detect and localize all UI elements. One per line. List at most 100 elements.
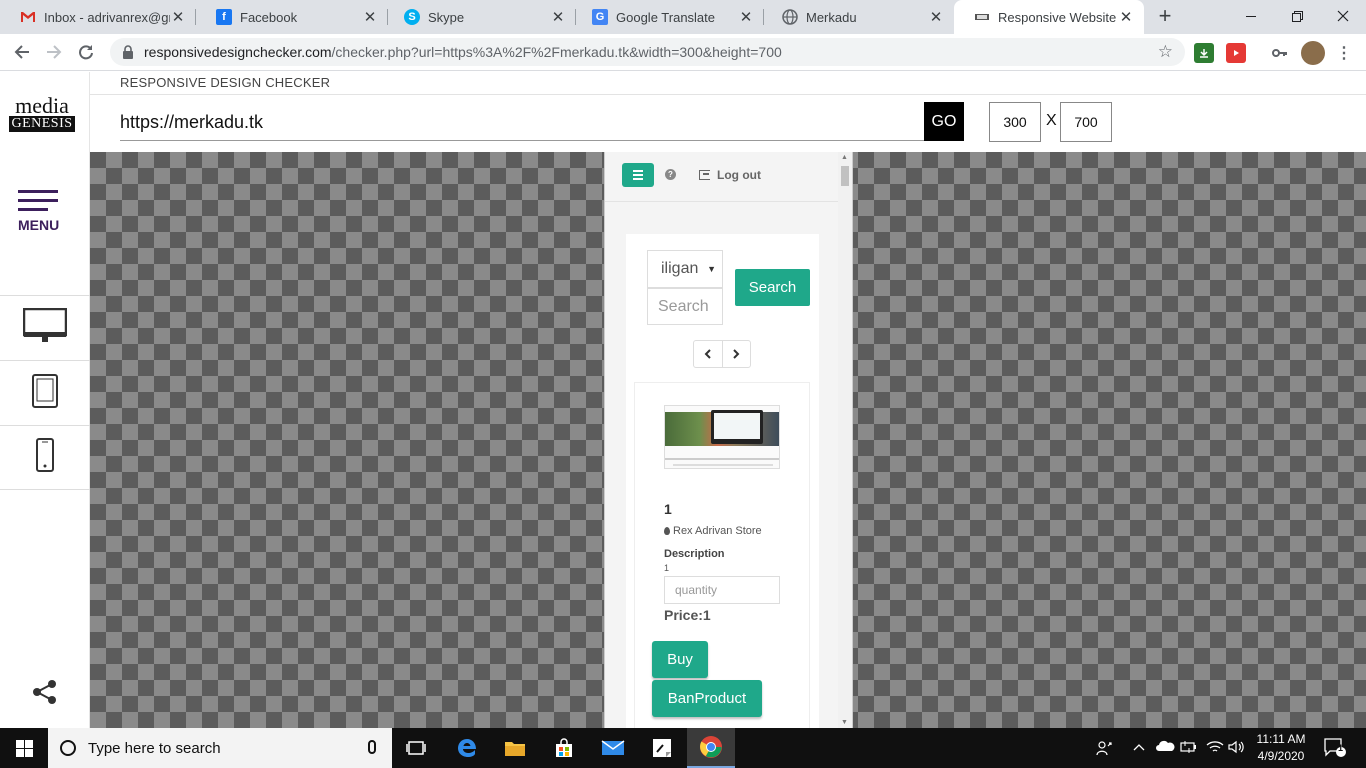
- quantity-input[interactable]: quantity: [664, 576, 780, 604]
- close-tab-icon[interactable]: ✕: [550, 8, 566, 26]
- product-name: 1: [664, 501, 672, 517]
- search-button[interactable]: Search: [735, 269, 810, 306]
- width-input[interactable]: 300: [989, 102, 1041, 142]
- download-extension-icon[interactable]: [1194, 43, 1214, 63]
- share-icon[interactable]: [32, 679, 58, 710]
- desktop-view-button[interactable]: [0, 295, 90, 360]
- store-icon[interactable]: [540, 728, 588, 768]
- tab-title: Google Translate: [616, 9, 716, 25]
- go-button[interactable]: GO: [924, 102, 964, 141]
- microphone-icon[interactable]: [368, 740, 376, 754]
- reload-button[interactable]: [74, 40, 98, 64]
- site-navbar: ? Log out: [605, 152, 840, 202]
- location-value: iligan: [661, 260, 699, 277]
- product-image[interactable]: [664, 405, 780, 469]
- file-explorer-icon[interactable]: [491, 728, 539, 768]
- show-hidden-icons[interactable]: [1133, 740, 1145, 754]
- help-icon[interactable]: ?: [665, 169, 676, 180]
- close-tab-icon[interactable]: ✕: [928, 8, 944, 26]
- url-host: responsivedesignchecker.com: [144, 44, 332, 60]
- cortana-icon: [60, 740, 76, 756]
- tab-facebook[interactable]: f Facebook ✕: [196, 0, 388, 34]
- search-input[interactable]: Search: [647, 288, 723, 325]
- tab-gmail[interactable]: Inbox - adrivanrex@gm ✕: [0, 0, 196, 34]
- dimension-separator: X: [1046, 112, 1057, 129]
- tablet-view-button[interactable]: [0, 360, 90, 425]
- action-center-icon[interactable]: 1: [1324, 738, 1346, 761]
- device-scrollbar[interactable]: ▲ ▼: [838, 152, 852, 728]
- edge-icon[interactable]: [443, 728, 491, 768]
- forward-button[interactable]: [42, 40, 66, 64]
- tablet-icon: [31, 373, 59, 413]
- map-marker-icon: [664, 527, 670, 535]
- device-viewport[interactable]: ? Log out iligan ▼ Search Search 1 Rex A…: [604, 152, 853, 728]
- logo-media-text: media: [15, 93, 69, 118]
- wifi-icon[interactable]: [1206, 740, 1224, 757]
- people-icon[interactable]: [1096, 740, 1112, 759]
- prev-page-icon[interactable]: [694, 341, 722, 367]
- close-window-button[interactable]: [1320, 0, 1366, 32]
- sticky-notes-icon[interactable]: [638, 728, 686, 768]
- start-button[interactable]: [0, 728, 48, 768]
- responsive-icon: [974, 9, 990, 25]
- dropdown-caret-icon: ▼: [707, 264, 716, 274]
- close-tab-icon[interactable]: ✕: [738, 8, 754, 26]
- pagination: [693, 340, 751, 368]
- next-page-icon[interactable]: [721, 341, 751, 367]
- facebook-icon: f: [216, 9, 232, 25]
- media-genesis-logo[interactable]: media GENESIS: [9, 93, 75, 132]
- chrome-taskbar-icon[interactable]: [687, 728, 735, 768]
- scroll-up-icon[interactable]: ▲: [841, 154, 848, 161]
- restore-button[interactable]: [1274, 0, 1320, 32]
- tab-google-translate[interactable]: G Google Translate ✕: [572, 0, 764, 34]
- back-button[interactable]: [10, 40, 34, 64]
- store-name: Rex Adrivan Store: [673, 525, 762, 537]
- logout-label: Log out: [717, 168, 761, 182]
- key-icon[interactable]: [1270, 43, 1290, 63]
- tab-responsive-checker[interactable]: Responsive Website De ✕: [954, 0, 1144, 34]
- logout-link[interactable]: Log out: [699, 168, 761, 182]
- height-input[interactable]: 700: [1060, 102, 1112, 142]
- video-extension-icon[interactable]: [1226, 43, 1246, 63]
- close-tab-icon[interactable]: ✕: [1118, 8, 1134, 26]
- menu-label: MENU: [18, 217, 60, 233]
- scrollbar-thumb[interactable]: [841, 166, 849, 186]
- google-translate-icon: G: [592, 9, 608, 25]
- menu-button[interactable]: MENU: [18, 190, 62, 240]
- battery-icon[interactable]: [1180, 740, 1198, 757]
- close-tab-icon[interactable]: ✕: [170, 8, 186, 26]
- volume-icon[interactable]: [1228, 740, 1246, 757]
- checker-header: RESPONSIVE DESIGN CHECKER GO 300 X 700: [90, 72, 1366, 152]
- scroll-down-icon[interactable]: ▼: [841, 719, 848, 726]
- ban-product-button[interactable]: BanProduct: [652, 680, 762, 717]
- buy-button[interactable]: Buy: [652, 641, 708, 678]
- windows-taskbar: Type here to search 11:11 AM 4/9/2020 1: [0, 728, 1366, 768]
- tab-title: Responsive Website De: [998, 9, 1118, 25]
- lock-icon: [122, 45, 134, 59]
- tab-merkadu[interactable]: Merkadu ✕: [762, 0, 954, 34]
- close-tab-icon[interactable]: ✕: [362, 8, 378, 26]
- address-bar[interactable]: responsivedesignchecker.com/checker.php?…: [110, 38, 1185, 66]
- description-label: Description: [664, 548, 725, 560]
- windows-logo-icon: [15, 739, 33, 757]
- taskbar-search[interactable]: Type here to search: [48, 728, 392, 768]
- url-input[interactable]: [120, 104, 924, 141]
- store-location: Rex Adrivan Store: [664, 525, 762, 537]
- location-select[interactable]: iligan ▼: [647, 250, 723, 288]
- onedrive-icon[interactable]: [1155, 740, 1175, 755]
- clock-time: 11:11 AM: [1256, 732, 1306, 746]
- system-clock[interactable]: 11:11 AM 4/9/2020: [1250, 731, 1312, 765]
- profile-avatar[interactable]: [1301, 41, 1325, 65]
- minimize-button[interactable]: [1228, 0, 1274, 32]
- bookmark-star-icon[interactable]: ☆: [1158, 42, 1173, 62]
- tab-title: Skype: [428, 9, 465, 25]
- new-tab-button[interactable]: +: [1153, 5, 1177, 29]
- task-view-icon[interactable]: [392, 728, 440, 768]
- hamburger-menu-button[interactable]: [622, 163, 654, 187]
- browser-toolbar: responsivedesignchecker.com/checker.php?…: [0, 34, 1366, 71]
- more-menu-icon[interactable]: ⋮: [1334, 43, 1354, 63]
- mobile-view-button[interactable]: [0, 425, 90, 490]
- tab-skype[interactable]: S Skype ✕: [384, 0, 576, 34]
- clock-date: 4/9/2020: [1257, 749, 1305, 763]
- mail-icon[interactable]: [589, 728, 637, 768]
